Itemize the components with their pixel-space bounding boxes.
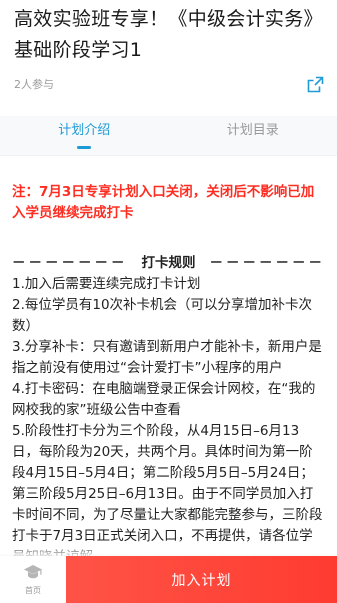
- bottom-action-bar: 首页 加入计划: [0, 556, 337, 603]
- tab-plan-intro[interactable]: 计划介绍: [0, 116, 169, 155]
- rule-item: 3.分享补卡：只有邀请到新用户才能补卡，新用户是指之前没有使用过“会计爱打卡”小…: [12, 339, 322, 376]
- closing-notice: 注：7月3日专享计划入口关闭，关闭后不影响已加入学员继续完成打卡: [12, 184, 315, 221]
- participant-count: 2人参与: [14, 78, 54, 91]
- plan-title: 高效实验班专享！《中级会计实务》基础阶段学习1: [14, 8, 323, 61]
- heading-dash-left: －－－－－－－: [12, 255, 128, 271]
- rule-item: 1.加入后需要连续完成打卡计划: [12, 276, 201, 292]
- tab-label: 计划介绍: [58, 123, 111, 138]
- tab-plan-catalog[interactable]: 计划目录: [169, 116, 337, 155]
- share-icon[interactable]: [305, 74, 325, 94]
- graduation-cap-icon: [23, 564, 43, 584]
- rule-item: 2.每位学员有10次补卡机会（可以分享增加补卡次数）: [12, 297, 313, 334]
- tab-label: 计划目录: [226, 123, 279, 138]
- plan-header: 高效实验班专享！《中级会计实务》基础阶段学习1 2人参与: [0, 0, 337, 96]
- plan-tabs: 计划介绍 计划目录: [0, 116, 337, 156]
- rules-heading: －－－－－－－ 打卡规则 －－－－－－－: [12, 252, 325, 274]
- rule-item: 5.阶段性打卡分为三个阶段，从4月15日–6月13日，每阶段为20天，共两个月。…: [12, 423, 323, 565]
- rule-item: 4.打卡密码：在电脑端登录正保会计网校，在“我的网校我的家”班级公告中查看: [12, 381, 316, 418]
- meta-row: 2人参与: [14, 72, 325, 96]
- join-plan-button[interactable]: 加入计划: [66, 556, 337, 603]
- heading-dash-right: －－－－－－－: [209, 255, 325, 271]
- active-tab-indicator: [77, 146, 92, 149]
- spacer: [0, 96, 337, 116]
- plan-intro-content: 注：7月3日专享计划入口关闭，关闭后不影响已加入学员继续完成打卡 －－－－－－－…: [0, 156, 337, 568]
- rules-heading-label: 打卡规则: [141, 255, 196, 271]
- home-label: 首页: [25, 585, 41, 595]
- home-button[interactable]: 首页: [0, 556, 66, 603]
